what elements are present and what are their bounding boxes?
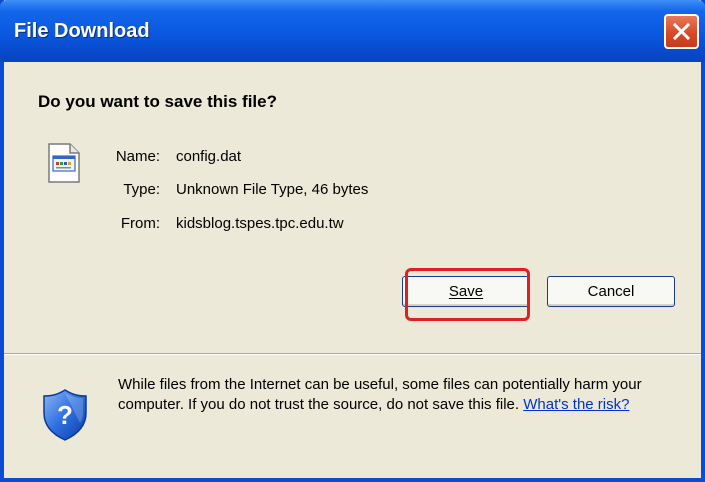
name-value: config.dat xyxy=(176,148,242,165)
file-download-dialog: File Download Do you want to save this f… xyxy=(0,0,705,482)
window-title: File Download xyxy=(14,20,150,42)
cancel-button-label: Cancel xyxy=(587,283,635,300)
dialog-body: Do you want to save this file? Name: con… xyxy=(4,62,701,478)
divider xyxy=(4,353,701,355)
title-bar[interactable]: File Download xyxy=(0,0,705,62)
document-icon xyxy=(48,143,80,183)
type-label: Type: xyxy=(123,181,160,198)
from-value: kidsblog.tspes.tpc.edu.tw xyxy=(176,215,344,232)
from-label: From: xyxy=(120,215,160,232)
warning-message: While files from the Internet can be use… xyxy=(118,375,693,415)
close-icon xyxy=(672,22,691,41)
name-label: Name: xyxy=(115,148,160,165)
cancel-button[interactable]: Cancel xyxy=(547,276,675,307)
svg-text:?: ? xyxy=(57,400,73,430)
shield-question-icon: ? xyxy=(43,389,87,441)
risk-link[interactable]: What's the risk? xyxy=(523,396,629,413)
dialog-question: Do you want to save this file? xyxy=(38,92,277,111)
type-value: Unknown File Type, 46 bytes xyxy=(176,181,369,198)
close-button[interactable] xyxy=(664,14,699,49)
save-highlight-annotation xyxy=(405,268,530,321)
